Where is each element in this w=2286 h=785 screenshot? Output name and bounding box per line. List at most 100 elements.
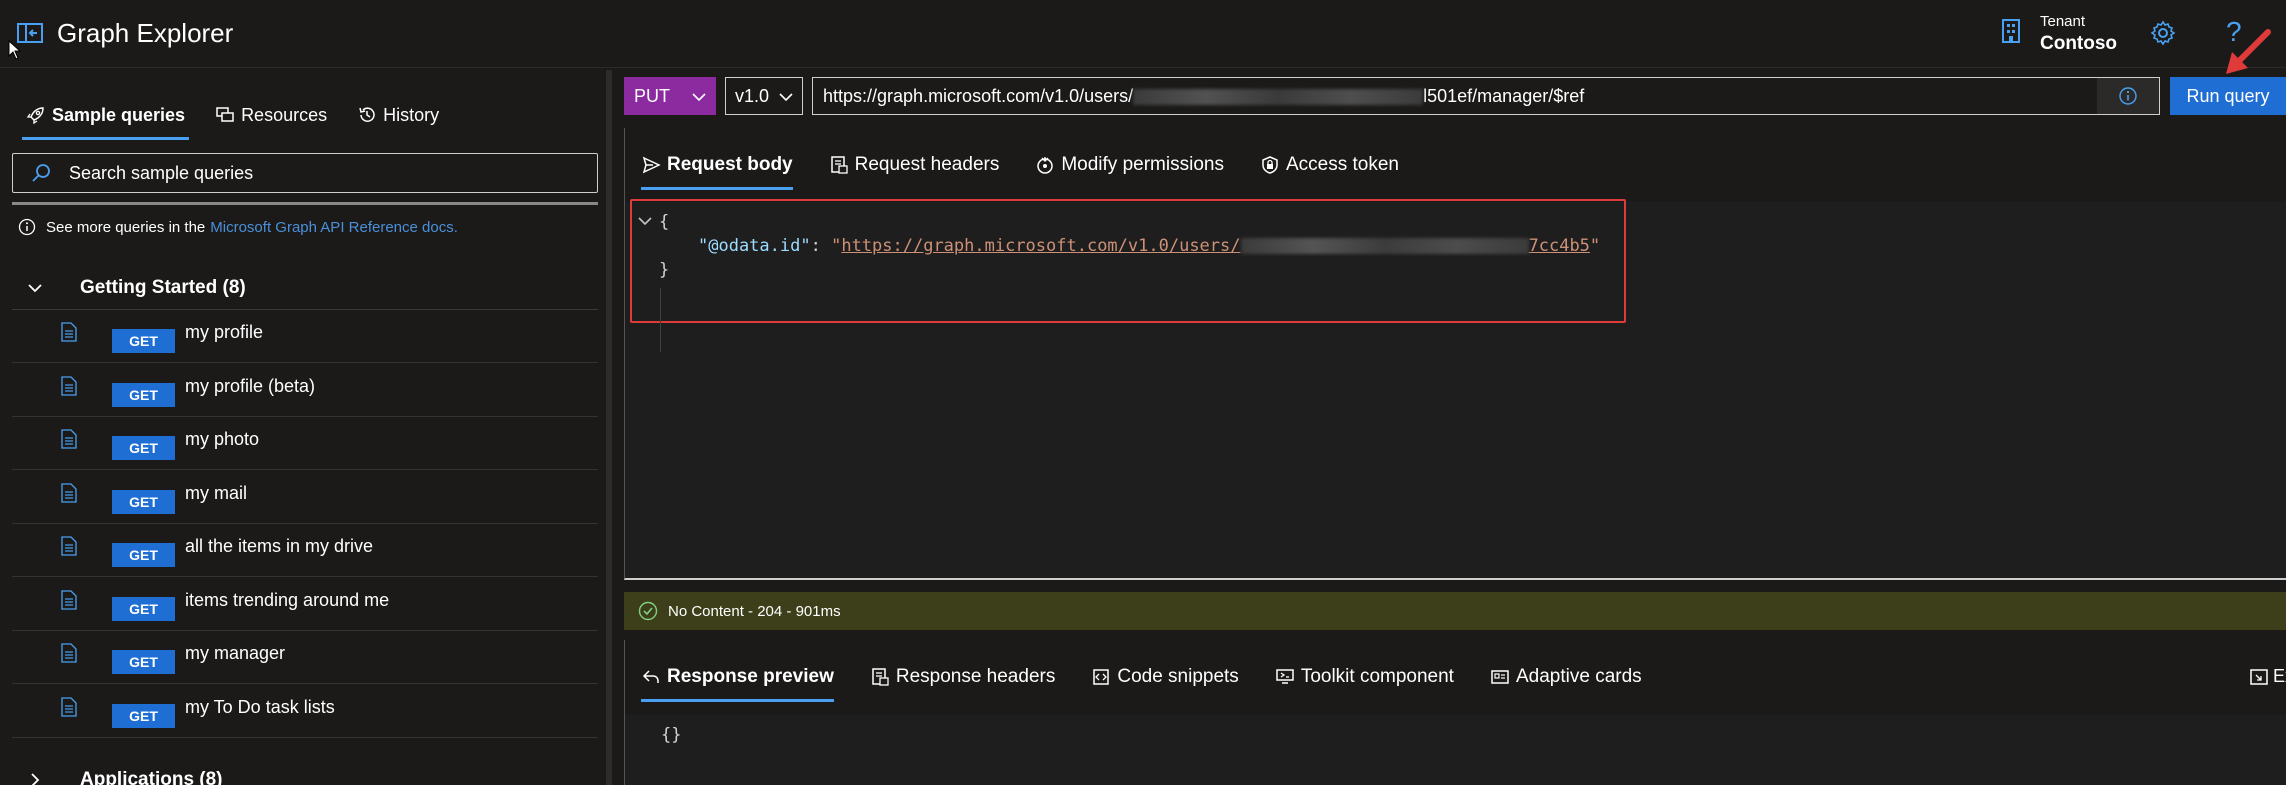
redacted-user-id: [1240, 238, 1529, 254]
annotation-arrow-icon: [2226, 29, 2271, 74]
document-icon: [61, 696, 77, 717]
json-url-prefix: https://graph.microsoft.com/v1.0/users/: [841, 236, 1241, 256]
headers-icon: [872, 668, 889, 686]
group-applications[interactable]: Applications (8): [12, 758, 598, 785]
request-panel: Request body Request headers Modify perm…: [624, 128, 2286, 580]
history-icon: [359, 107, 375, 122]
method-badge: GET: [112, 596, 175, 621]
tab-request-body[interactable]: Request body: [641, 148, 793, 190]
query-label: all the items in my drive: [185, 536, 374, 556]
tenant-name[interactable]: Contoso: [2040, 33, 2117, 55]
api-version-dropdown[interactable]: v1.0: [725, 77, 803, 115]
annotation-highlight-box: [630, 199, 1626, 323]
json-colon: :: [810, 236, 832, 256]
list-item[interactable]: GET all the items in my drive: [12, 524, 598, 577]
url-info-button[interactable]: [2097, 78, 2159, 114]
tab-response-preview[interactable]: Response preview: [641, 660, 834, 702]
tab-sample-queries-label: Sample queries: [52, 104, 186, 125]
tab-sample-queries[interactable]: Sample queries: [21, 98, 190, 140]
list-item[interactable]: GET my photo: [12, 417, 598, 470]
list-item[interactable]: GET my profile: [12, 310, 598, 363]
list-item[interactable]: GET my To Do task lists: [12, 685, 598, 738]
response-tabs: Response preview Response headers Code s…: [641, 660, 1642, 702]
tab-request-headers[interactable]: Request headers: [829, 148, 1000, 182]
request-tabs: Request body Request headers Modify perm…: [641, 148, 1399, 190]
tab-label: Code snippets: [1117, 666, 1239, 687]
preview-icon: [642, 670, 659, 683]
headers-icon: [830, 156, 848, 174]
tab-label: Modify permissions: [1061, 154, 1224, 175]
query-label: my manager: [185, 643, 286, 663]
expand-button[interactable]: Ex: [2249, 666, 2286, 687]
tenant-label: Tenant: [2040, 13, 2086, 30]
response-body[interactable]: {}: [625, 715, 2286, 785]
request-tabs-bar: Request body Request headers Modify perm…: [625, 128, 2286, 202]
document-icon: [61, 429, 77, 449]
list-item[interactable]: GET items trending around me: [12, 578, 598, 631]
tab-toolkit-component[interactable]: Toolkit component: [1275, 660, 1454, 694]
rocket-icon: [26, 107, 44, 125]
chevron-right-icon: [31, 773, 40, 785]
search-underline: [12, 202, 598, 205]
query-label: my profile (beta): [185, 375, 316, 396]
info-line: See more queries in the Microsoft Graph …: [18, 218, 458, 236]
search-icon: [32, 164, 50, 182]
search-box: [12, 153, 598, 193]
sidebar-tabs: Sample queries Resources History: [21, 98, 439, 140]
list-item[interactable]: GET my profile (beta): [12, 364, 598, 417]
http-method-dropdown[interactable]: PUT: [624, 77, 716, 115]
indent-guide: [660, 288, 661, 352]
toolkit-icon: [1276, 669, 1294, 684]
group-getting-started[interactable]: Getting Started (8): [12, 266, 598, 310]
search-input[interactable]: [69, 158, 589, 188]
success-check-icon: [638, 601, 658, 621]
status-text: No Content - 204 - 901ms: [668, 602, 841, 620]
document-icon: [61, 482, 77, 503]
tab-modify-permissions[interactable]: Modify permissions: [1035, 148, 1224, 182]
api-version-value: v1.0: [735, 85, 770, 106]
document-icon: [61, 322, 77, 342]
redacted-user-id: [1133, 89, 1424, 106]
tab-label: Access token: [1285, 154, 1399, 175]
group-title: Applications (8): [80, 769, 223, 785]
method-badge: GET: [112, 436, 175, 460]
method-badge: GET: [112, 329, 175, 353]
query-label: my To Do task lists: [185, 696, 335, 717]
list-item[interactable]: GET my manager: [12, 631, 598, 684]
chevron-down-icon: [779, 93, 793, 102]
tab-resources[interactable]: Resources: [215, 98, 327, 132]
document-icon: [61, 536, 77, 556]
query-url-input[interactable]: https://graph.microsoft.com/v1.0/users/l…: [812, 77, 2160, 115]
tab-label: Request headers: [854, 154, 1000, 175]
url-prefix: https://graph.microsoft.com/v1.0/users/: [823, 86, 1134, 106]
tab-label: Toolkit component: [1300, 666, 1454, 687]
token-icon: [1262, 156, 1278, 174]
tab-code-snippets[interactable]: Code snippets: [1091, 660, 1239, 694]
tab-access-token[interactable]: Access token: [1260, 148, 1399, 182]
group-title: Getting Started (8): [80, 276, 246, 298]
http-method-value: PUT: [634, 85, 670, 106]
reference-docs-link[interactable]: Microsoft Graph API Reference docs.: [210, 219, 458, 236]
tab-history[interactable]: History: [357, 98, 439, 132]
tenant-building-icon: [2002, 19, 2020, 43]
list-item[interactable]: GET my mail: [12, 471, 598, 524]
method-badge: GET: [112, 543, 175, 567]
query-url-text: https://graph.microsoft.com/v1.0/users/l…: [823, 86, 1584, 107]
info-icon: [2119, 87, 2137, 105]
tab-response-headers[interactable]: Response headers: [870, 660, 1055, 694]
query-label: my profile: [185, 322, 264, 342]
cards-icon: [1491, 670, 1509, 684]
json-quote-open: ": [831, 236, 842, 256]
tab-label: Request body: [667, 154, 793, 175]
chevron-down-icon: [692, 93, 706, 102]
fold-chevron-icon[interactable]: [637, 214, 653, 228]
info-text: See more queries in the: [46, 218, 206, 236]
gear-icon[interactable]: [2150, 20, 2176, 46]
url-suffix: l501ef/manager/$ref: [1423, 86, 1585, 106]
expand-label: Ex: [2273, 666, 2286, 686]
run-query-button[interactable]: Run query: [2170, 77, 2286, 115]
document-icon: [61, 643, 77, 663]
tab-adaptive-cards[interactable]: Adaptive cards: [1490, 660, 1642, 694]
method-badge: GET: [112, 650, 175, 674]
json-key: "@odata.id": [698, 236, 811, 256]
